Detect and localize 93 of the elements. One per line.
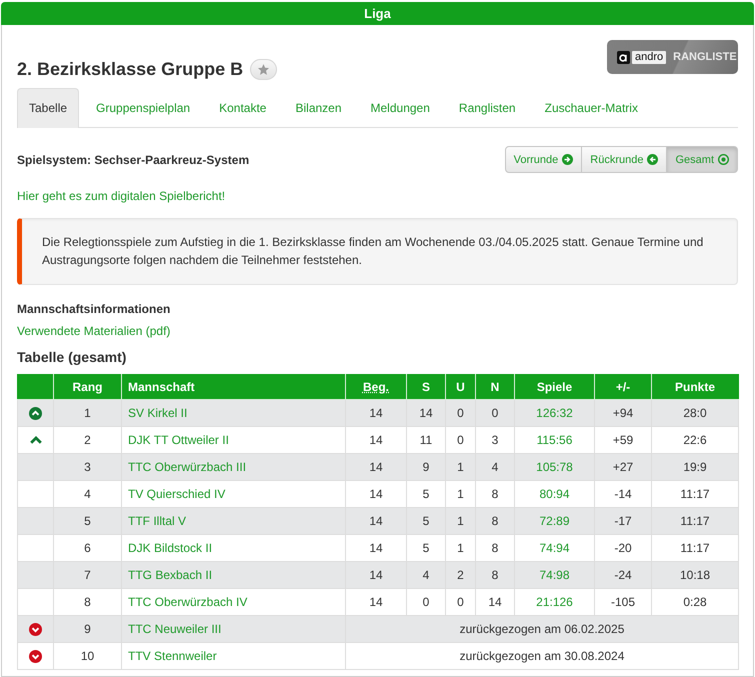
team-link[interactable]: TTC Neuweiler III xyxy=(128,622,222,636)
panel-title: Liga xyxy=(1,2,754,25)
tab[interactable]: Tabelle xyxy=(17,88,80,128)
round-button[interactable]: Gesamt xyxy=(666,146,738,173)
table-cell: 0 xyxy=(476,400,514,426)
column-header: Spiele xyxy=(514,374,594,400)
arrow-circle-left-icon xyxy=(647,154,658,165)
table-cell: zurückgezogen am 30.08.2024 xyxy=(346,642,738,670)
chevron-down-circle-icon xyxy=(29,622,42,636)
table-cell xyxy=(18,562,54,588)
table-cell: 7 xyxy=(54,562,122,588)
table-cell: 14 xyxy=(346,400,406,426)
table-cell: 14 xyxy=(346,562,406,588)
games-link[interactable]: 115:56 xyxy=(536,433,572,447)
table-cell: 8 xyxy=(476,508,514,534)
column-header xyxy=(18,374,54,400)
team-link[interactable]: SV Kirkel II xyxy=(128,406,188,420)
table-cell: 9 xyxy=(406,454,446,480)
round-button[interactable]: Vorrunde xyxy=(504,146,582,173)
match-report-link[interactable]: Hier geht es zum digitalen Spielbericht! xyxy=(17,189,226,203)
games-link[interactable]: 80:94 xyxy=(539,487,570,501)
team-link[interactable]: TTV Stennweiler xyxy=(128,649,217,663)
table-cell: 2 xyxy=(446,562,476,588)
section-heading: Mannschaftsinformationen xyxy=(17,302,172,316)
table-cell: 28:0 xyxy=(652,400,738,426)
games-link[interactable]: 126:32 xyxy=(536,406,573,420)
team-link[interactable]: TTG Bexbach II xyxy=(128,568,212,582)
brand-mark-icon xyxy=(617,50,630,64)
chevron-up-circle-icon xyxy=(29,406,42,420)
table-cell: -24 xyxy=(594,562,652,588)
games-link[interactable]: 74:98 xyxy=(539,568,570,582)
tab[interactable]: Bilanzen xyxy=(283,88,354,128)
games-link[interactable]: 74:94 xyxy=(539,541,570,555)
dot-circle-icon xyxy=(718,154,729,165)
column-header: +/- xyxy=(594,374,652,400)
game-system-label: Spielsystem: Sechser-Paarkreuz-System xyxy=(17,152,250,166)
table-cell: 10 xyxy=(54,642,122,670)
column-header: U xyxy=(446,374,476,400)
chevron-up-icon xyxy=(30,436,42,444)
column-header: N xyxy=(476,374,514,400)
games-link[interactable]: 105:78 xyxy=(536,460,573,474)
table-cell: 4 xyxy=(476,454,514,480)
table-cell: 1 xyxy=(446,508,476,534)
table-cell: 9 xyxy=(54,616,122,642)
table-cell: 14 xyxy=(406,400,446,426)
table-cell: +94 xyxy=(594,400,652,426)
tab[interactable]: Ranglisten xyxy=(446,88,528,128)
tab[interactable]: Meldungen xyxy=(358,88,442,128)
column-header: S xyxy=(406,374,446,400)
table-cell: -17 xyxy=(594,508,652,534)
league-title: 2. Bezirksklasse Gruppe B xyxy=(17,58,244,80)
logo-label: RANGLISTE xyxy=(673,51,737,63)
column-header: Punkte xyxy=(652,374,738,400)
star-icon xyxy=(258,64,270,75)
team-link[interactable]: TTF Illtal V xyxy=(128,514,186,528)
tab[interactable]: Zuschauer-Matrix xyxy=(532,88,650,128)
team-link[interactable]: TTC Oberwürzbach III xyxy=(128,460,246,474)
team-link[interactable]: TV Quierschied IV xyxy=(128,487,226,501)
ranking-logo[interactable]: andro RANGLISTE xyxy=(607,40,738,74)
table-cell: 4 xyxy=(406,562,446,588)
tab[interactable]: Kontakte xyxy=(207,88,278,128)
round-button[interactable]: Rückrunde xyxy=(581,146,668,173)
games-link[interactable]: 21:126 xyxy=(536,595,573,609)
column-header: Mannschaft xyxy=(122,374,346,400)
table-cell: 5 xyxy=(54,508,122,534)
table-cell: 5 xyxy=(406,508,446,534)
chevron-down-circle-icon xyxy=(29,650,42,662)
team-link[interactable]: TTC Oberwürzbach IV xyxy=(128,595,248,609)
table-cell: 8 xyxy=(476,562,514,588)
column-header[interactable]: Beg. xyxy=(346,374,406,400)
table-cell: +27 xyxy=(594,454,652,480)
table-cell: 0 xyxy=(446,400,476,426)
table-cell: 1 xyxy=(54,400,122,426)
column-header: Rang xyxy=(54,374,122,400)
team-link[interactable]: DJK TT Ottweiler II xyxy=(128,433,229,447)
table-cell: 14 xyxy=(346,454,406,480)
table-cell: 11:17 xyxy=(652,508,738,534)
games-link[interactable]: 72:89 xyxy=(539,514,570,528)
table-cell: zurückgezogen am 06.02.2025 xyxy=(346,616,738,642)
arrow-circle-right-icon xyxy=(562,154,574,165)
table-cell: 10:18 xyxy=(652,562,738,588)
table-cell: 3 xyxy=(54,454,122,480)
materials-link[interactable]: Verwendete Materialien (pdf) xyxy=(17,324,170,338)
table-cell xyxy=(18,508,54,534)
table-cell: 1 xyxy=(446,454,476,480)
table-cell: 19:9 xyxy=(652,454,738,480)
table-title: Tabelle (gesamt) xyxy=(17,349,128,365)
tab[interactable]: Gruppenspielplan xyxy=(84,88,202,128)
favorite-button[interactable] xyxy=(250,59,278,80)
table-cell: 14 xyxy=(346,508,406,534)
brand-name: andro xyxy=(632,50,666,64)
notice-message: Die Relegtionsspiele zum Aufstieg in die 1. Bezirksklasse finden am Wochenende 03./04.05.2025 statt. Genaue Termine und Austragungsorte folgen nachdem die Teilnehmer feststehen. xyxy=(17,218,738,285)
team-link[interactable]: DJK Bildstock II xyxy=(128,541,212,555)
